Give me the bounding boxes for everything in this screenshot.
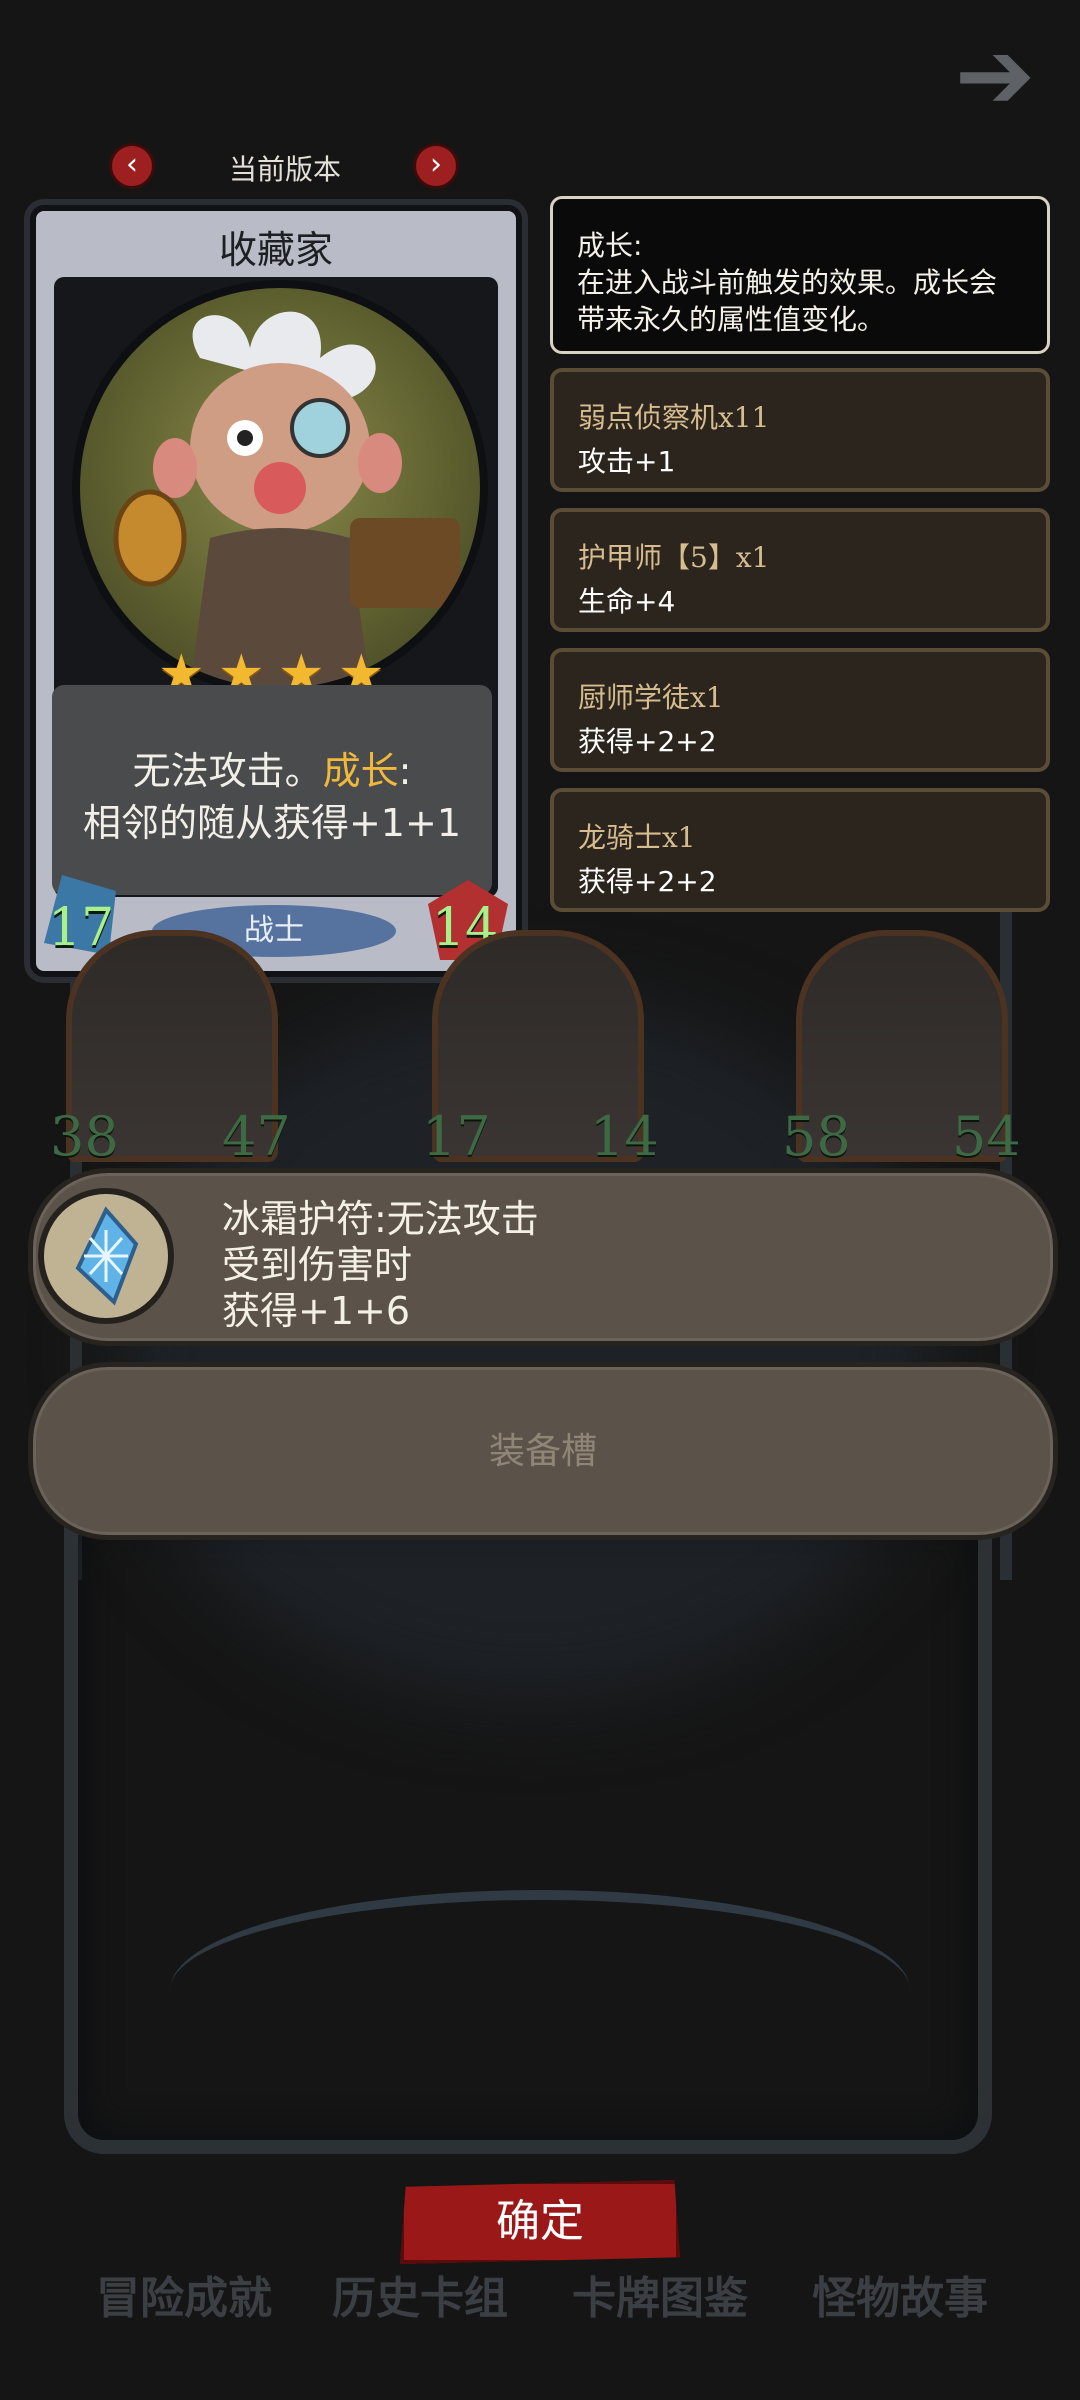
skill-effect: 获得+2+2 (578, 725, 717, 758)
minion-attack: 17 (422, 1105, 491, 1168)
background-arch (170, 1890, 910, 2090)
info-title: 成长: (577, 229, 643, 262)
tab-monster-stories[interactable]: 怪物故事 (800, 2262, 1000, 2326)
version-label: 当前版本 (228, 153, 341, 186)
back-button[interactable]: ➔ (950, 27, 1040, 123)
minion-health: 14 (590, 1105, 659, 1168)
card-name: 收藏家 (218, 228, 333, 272)
minion-health: 54 (952, 1105, 1021, 1168)
skill-effect: 生命+4 (578, 585, 676, 618)
tab-card-gallery[interactable]: 卡牌图鉴 (560, 2262, 760, 2326)
collector-portrait-art (113, 311, 460, 688)
minion-health: 47 (222, 1105, 291, 1168)
skill-name: 厨师学徒x1 (578, 681, 724, 714)
info-body: 在进入战斗前触发的效果。成长会带来永久的属性值变化。 (577, 266, 998, 336)
card-description-line2: 相邻的随从获得+1+1 (82, 801, 462, 845)
skill-row: 厨师学徒x1 获得+2+2 (550, 648, 1050, 772)
skill-effect: 攻击+1 (578, 445, 676, 478)
skill-name: 弱点侦察机x11 (578, 401, 770, 434)
skill-row: 龙骑士x1 获得+2+2 (550, 788, 1050, 912)
back-arrow-icon: ➔ (954, 19, 1036, 131)
minion-attack: 58 (782, 1105, 851, 1168)
skill-name: 护甲师【5】x1 (578, 541, 770, 574)
card-portrait (72, 280, 488, 696)
skill-row: 弱点侦察机x11 攻击+1 (550, 368, 1050, 492)
tab-history-decks[interactable]: 历史卡组 (320, 2262, 520, 2326)
card-description-line1: 无法攻击。成长: (132, 749, 412, 793)
trinket-slot[interactable] (28, 1168, 1058, 1346)
confirm-button[interactable]: 确定 (400, 2180, 680, 2264)
growth-keyword: 成长 (322, 749, 399, 793)
skill-row: 护甲师【5】x1 生命+4 (550, 508, 1050, 632)
next-version-button[interactable]: › (416, 146, 456, 186)
minion-attack: 38 (50, 1105, 119, 1168)
keyword-info-box: 成长: 在进入战斗前触发的效果。成长会带来永久的属性值变化。 (550, 196, 1050, 354)
frost-charm-icon (38, 1188, 174, 1324)
trinket-line3: 获得+1+6 (222, 1289, 411, 1333)
skill-name: 龙骑士x1 (578, 821, 696, 854)
chevron-left-icon: ‹ (126, 147, 138, 182)
prev-version-button[interactable]: ‹ (112, 146, 152, 186)
tab-adventure-achievements[interactable]: 冒险成就 (84, 2262, 284, 2326)
chevron-right-icon: › (430, 147, 442, 182)
skill-effect: 获得+2+2 (578, 865, 717, 898)
equip-slot-label: 装备槽 (488, 1431, 597, 1472)
